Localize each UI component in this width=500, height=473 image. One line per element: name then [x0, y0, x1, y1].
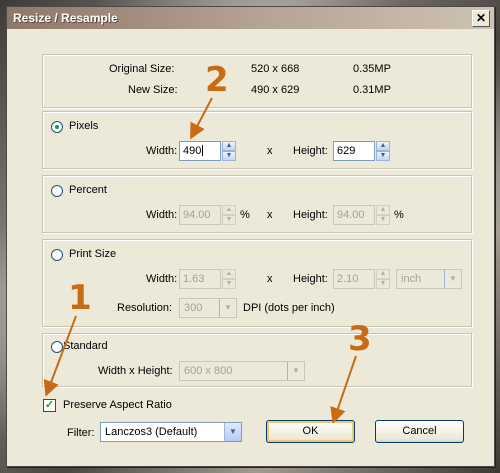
pixels-radio[interactable]: [51, 121, 63, 133]
close-button[interactable]: ✕: [472, 10, 490, 27]
chevron-down-icon: ▼: [287, 362, 304, 380]
preserve-aspect-checkbox[interactable]: ✓: [43, 399, 56, 412]
pixels-label: Pixels: [69, 120, 99, 132]
print-width-label: Width:: [146, 273, 178, 285]
resolution-label: Resolution:: [117, 302, 173, 314]
resolution-unit-label: DPI (dots per inch): [243, 302, 335, 314]
percent-height-spinner[interactable]: ▲ ▼: [376, 205, 390, 225]
percent-group: Percent Width: 94.00 ▲ ▼ % x Height: 94.0…: [42, 175, 472, 233]
print-height-input[interactable]: 2.10: [333, 269, 375, 289]
size-info-group: Original Size: 520 x 668 0.35MP New Size…: [42, 54, 472, 108]
original-size-mp: 0.35MP: [353, 63, 391, 75]
preserve-aspect-label: Preserve Aspect Ratio: [63, 399, 172, 411]
filter-label: Filter:: [67, 427, 95, 439]
pixels-group: Pixels Width: 490 ▲ ▼ x Height: 629 ▲ ▼: [42, 111, 472, 169]
pixels-width-input[interactable]: 490: [179, 141, 221, 161]
pixels-height-label: Height:: [293, 145, 328, 157]
cancel-button[interactable]: Cancel: [375, 420, 464, 443]
resize-resample-dialog: Resize / Resample ✕ Original Size: 520 x…: [6, 6, 495, 467]
print-height-label: Height:: [293, 273, 328, 285]
spin-up-icon: ▲: [376, 141, 390, 151]
spin-down-icon: ▼: [222, 151, 236, 161]
standard-wh-label: Width x Height:: [98, 365, 173, 377]
percent-width-label: Width:: [146, 209, 178, 221]
percent-label: Percent: [69, 184, 107, 196]
spin-up-icon: ▲: [222, 205, 236, 215]
close-icon: ✕: [475, 11, 487, 25]
standard-label: Standard: [63, 340, 108, 352]
filter-select[interactable]: Lanczos3 (Default) ▼: [100, 422, 242, 442]
spin-down-icon: ▼: [376, 279, 390, 289]
spin-down-icon: ▼: [222, 215, 236, 225]
original-size-label: Original Size:: [109, 63, 175, 75]
pixels-x-label: x: [267, 145, 273, 157]
print-unit-select[interactable]: inch ▼: [396, 269, 462, 289]
spin-down-icon: ▼: [376, 215, 390, 225]
resolution-select[interactable]: 300 ▼: [179, 298, 237, 318]
print-size-label: Print Size: [69, 248, 117, 260]
window-title: Resize / Resample: [13, 11, 118, 25]
standard-group: Standard Width x Height: 600 x 800 ▼: [42, 333, 472, 387]
spin-up-icon: ▲: [376, 205, 390, 215]
print-width-input[interactable]: 1.63: [179, 269, 221, 289]
print-size-radio[interactable]: [51, 249, 63, 261]
print-width-spinner[interactable]: ▲ ▼: [222, 269, 236, 289]
standard-size-select[interactable]: 600 x 800 ▼: [179, 361, 305, 381]
annotation-number-1: 1: [68, 278, 92, 318]
percent-width-spinner[interactable]: ▲ ▼: [222, 205, 236, 225]
original-size-dims: 520 x 668: [251, 63, 300, 75]
spin-down-icon: ▼: [222, 279, 236, 289]
percent-x-label: x: [267, 209, 273, 221]
title-bar[interactable]: Resize / Resample ✕: [7, 7, 494, 29]
chevron-down-icon: ▼: [224, 423, 241, 441]
pixels-width-label: Width:: [146, 145, 178, 157]
percent-height-label: Height:: [293, 209, 328, 221]
percent-height-unit: %: [394, 209, 404, 221]
print-height-spinner[interactable]: ▲ ▼: [376, 269, 390, 289]
chevron-down-icon: ▼: [444, 270, 461, 288]
ok-button[interactable]: OK: [266, 420, 355, 443]
chevron-down-icon: ▼: [219, 299, 236, 317]
spin-up-icon: ▲: [376, 269, 390, 279]
annotation-number-3: 3: [348, 319, 372, 359]
pixels-height-spinner[interactable]: ▲ ▼: [376, 141, 390, 161]
new-size-dims: 490 x 629: [251, 84, 300, 96]
pixels-width-spinner[interactable]: ▲ ▼: [222, 141, 236, 161]
new-size-label: New Size:: [128, 84, 178, 96]
percent-width-unit: %: [240, 209, 250, 221]
spin-up-icon: ▲: [222, 269, 236, 279]
new-size-mp: 0.31MP: [353, 84, 391, 96]
percent-height-input[interactable]: 94.00: [333, 205, 375, 225]
percent-radio[interactable]: [51, 185, 63, 197]
standard-radio[interactable]: [51, 341, 63, 353]
print-x-label: x: [267, 273, 273, 285]
percent-width-input[interactable]: 94.00: [179, 205, 221, 225]
pixels-height-input[interactable]: 629: [333, 141, 375, 161]
spin-up-icon: ▲: [222, 141, 236, 151]
annotation-number-2: 2: [205, 60, 229, 100]
spin-down-icon: ▼: [376, 151, 390, 161]
print-size-group: Print Size Width: 1.63 ▲ ▼ x Height: 2.10…: [42, 239, 472, 327]
